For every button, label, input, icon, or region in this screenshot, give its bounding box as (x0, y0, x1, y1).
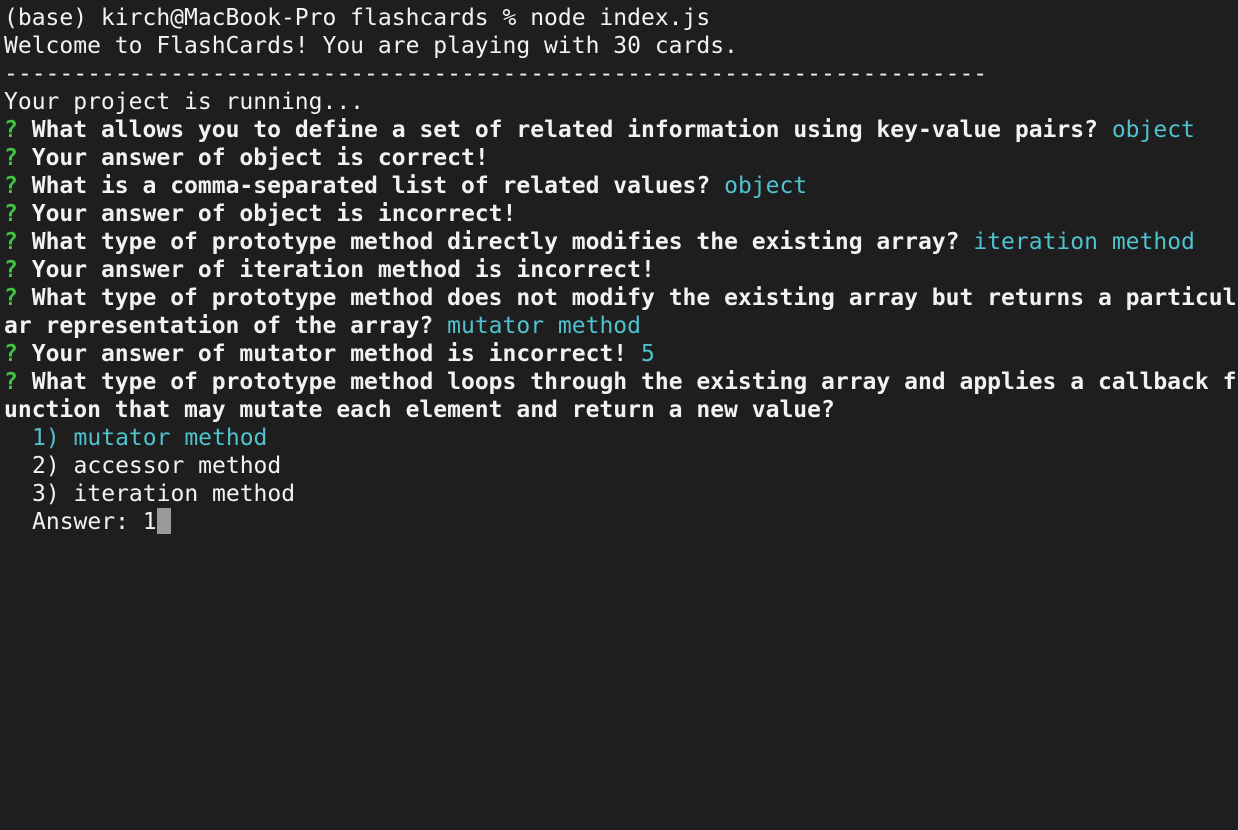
result-3-line: ? Your answer of iteration method is inc… (4, 256, 655, 284)
question-5-line-2: unction that may mutate each element and… (4, 396, 835, 424)
choice-option-3-label: 3) iteration method (32, 481, 296, 507)
question-mark-icon: ? (4, 369, 18, 395)
shell-prompt-text: (base) kirch@MacBook-Pro flashcards % no… (4, 5, 711, 31)
question-mark-icon: ? (4, 229, 18, 255)
question-4-line-2: ar representation of the array? mutator … (4, 312, 641, 340)
choice-option-1[interactable]: 1) mutator method (32, 424, 267, 452)
separator-text: ----------------------------------------… (4, 61, 988, 87)
question-2-answer: object (724, 173, 808, 199)
question-5-text-1: What type of prototype method loops thro… (31, 369, 1237, 395)
question-1-text: What allows you to define a set of relat… (31, 117, 1098, 143)
question-mark-icon: ? (4, 201, 18, 227)
running-line: Your project is running... (4, 88, 364, 116)
question-mark-icon: ? (4, 285, 18, 311)
result-4-extra: 5 (641, 341, 655, 367)
question-3-answer: iteration method (973, 229, 1195, 255)
answer-input-line[interactable]: Answer: 1 (32, 508, 171, 536)
question-mark-icon: ? (4, 173, 18, 199)
question-3-line: ? What type of prototype method directly… (4, 228, 1195, 256)
answer-input[interactable]: 1 (143, 509, 157, 535)
running-text: Your project is running... (4, 89, 365, 115)
terminal-window[interactable]: (base) kirch@MacBook-Pro flashcards % no… (0, 0, 1238, 830)
question-2-line: ? What is a comma-separated list of rela… (4, 172, 807, 200)
choice-option-3[interactable]: 3) iteration method (32, 480, 295, 508)
text-cursor (156, 508, 171, 534)
question-2-text: What is a comma-separated list of relate… (31, 173, 711, 199)
question-4-line-1: ? What type of prototype method does not… (4, 284, 1236, 312)
result-4-text: Your answer of mutator method is incorre… (31, 341, 628, 367)
welcome-text: Welcome to FlashCards! You are playing w… (4, 33, 738, 59)
question-4-answer: mutator method (447, 313, 641, 339)
answer-label: Answer: (32, 509, 143, 535)
question-4-text-2: ar representation of the array? (4, 313, 434, 339)
question-4-text-1: What type of prototype method does not m… (31, 285, 1237, 311)
result-3-text: Your answer of iteration method is incor… (31, 257, 655, 283)
result-2-line: ? Your answer of object is incorrect! (4, 200, 516, 228)
question-5-text-2: unction that may mutate each element and… (4, 397, 835, 423)
question-3-text: What type of prototype method directly m… (31, 229, 960, 255)
choice-option-1-label: 1) mutator method (32, 425, 268, 451)
question-mark-icon: ? (4, 257, 18, 283)
question-1-answer: object (1111, 117, 1195, 143)
question-5-line-1: ? What type of prototype method loops th… (4, 368, 1236, 396)
choice-option-2[interactable]: 2) accessor method (32, 452, 281, 480)
choice-option-2-label: 2) accessor method (32, 453, 282, 479)
shell-prompt-line: (base) kirch@MacBook-Pro flashcards % no… (4, 4, 710, 32)
question-mark-icon: ? (4, 145, 18, 171)
welcome-line: Welcome to FlashCards! You are playing w… (4, 32, 738, 60)
question-mark-icon: ? (4, 117, 18, 143)
result-4-line: ? Your answer of mutator method is incor… (4, 340, 655, 368)
question-mark-icon: ? (4, 341, 18, 367)
result-1-text: Your answer of object is correct! (31, 145, 489, 171)
result-1-line: ? Your answer of object is correct! (4, 144, 489, 172)
separator-line: ----------------------------------------… (4, 60, 987, 88)
question-1-line: ? What allows you to define a set of rel… (4, 116, 1195, 144)
result-2-text: Your answer of object is incorrect! (31, 201, 517, 227)
